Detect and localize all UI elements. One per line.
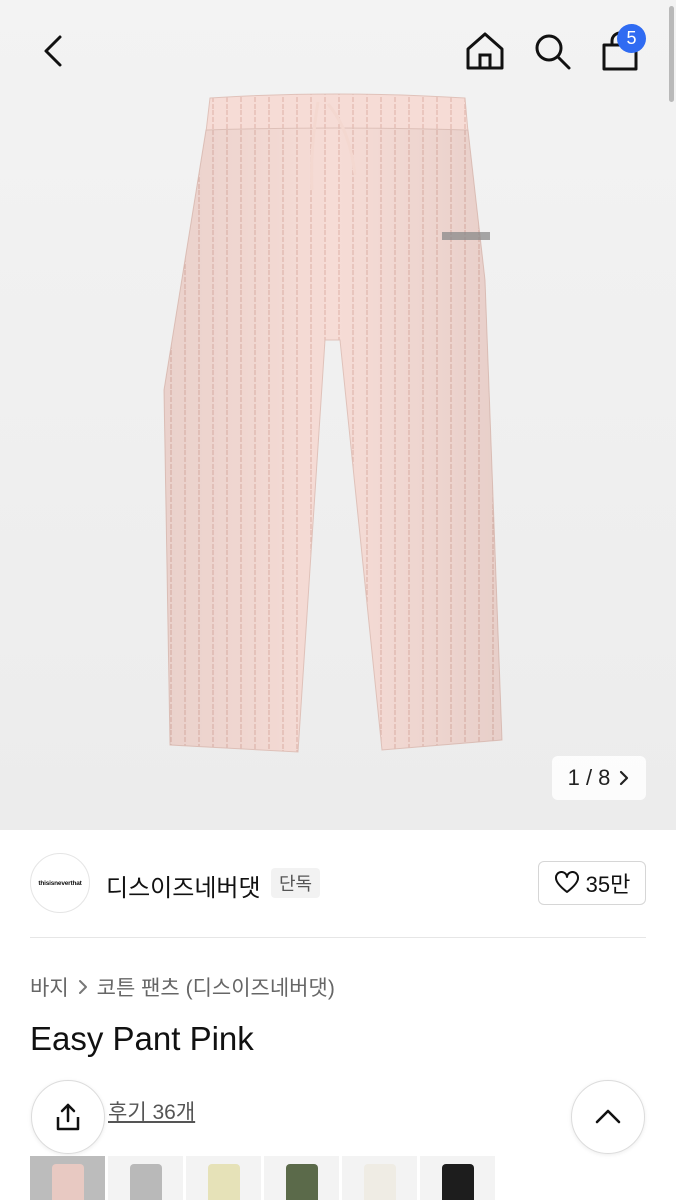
product-image-gallery[interactable]: 5 1 / 8	[0, 0, 676, 830]
color-thumbnail[interactable]	[30, 1156, 105, 1200]
color-thumbnail[interactable]	[420, 1156, 495, 1200]
cart-count-badge: 5	[617, 24, 646, 53]
scrollbar[interactable]	[669, 6, 674, 102]
scroll-to-top-button[interactable]	[571, 1080, 645, 1154]
brand-row: thisisneverthat 디스이즈네버댓 단독 35만	[30, 853, 646, 913]
brand-name[interactable]: 디스이즈네버댓	[106, 868, 261, 903]
share-icon	[56, 1103, 80, 1131]
thumbnail-pants-image	[286, 1164, 318, 1200]
like-count: 35만	[585, 872, 631, 897]
brand-logo[interactable]: thisisneverthat	[30, 853, 90, 913]
pager-count: 1 / 8	[567, 765, 611, 790]
back-icon	[44, 35, 62, 67]
product-photo	[163, 93, 503, 753]
breadcrumb-category[interactable]: 바지	[30, 972, 69, 1002]
product-title: Easy Pant Pink	[30, 1020, 254, 1057]
color-thumbnail[interactable]	[264, 1156, 339, 1200]
color-thumbnail[interactable]	[186, 1156, 261, 1200]
divider	[30, 937, 646, 938]
exclusive-badge: 단독	[271, 868, 321, 898]
home-icon	[466, 32, 504, 70]
reviews-link[interactable]: 후기 36개	[108, 1096, 195, 1126]
search-button[interactable]	[527, 26, 577, 76]
home-button[interactable]	[460, 26, 510, 76]
thumbnail-pants-image	[52, 1164, 84, 1200]
thumbnail-pants-image	[130, 1164, 162, 1200]
chevron-right-icon	[620, 770, 629, 786]
top-navigation-bar: 5	[0, 0, 676, 100]
color-option-thumbnails	[30, 1156, 498, 1200]
chevron-right-icon	[78, 980, 87, 994]
color-thumbnail[interactable]	[108, 1156, 183, 1200]
thumbnail-pants-image	[442, 1164, 474, 1200]
breadcrumb: 바지 코튼 팬츠 (디스이즈네버댓)	[30, 972, 335, 1002]
heart-icon	[554, 871, 579, 893]
share-button[interactable]	[31, 1080, 105, 1154]
color-thumbnail[interactable]	[342, 1156, 417, 1200]
image-pager[interactable]: 1 / 8	[552, 756, 646, 800]
breadcrumb-subcategory[interactable]: 코튼 팬츠 (디스이즈네버댓)	[97, 972, 335, 1002]
brand-logo-text: thisisneverthat	[38, 879, 82, 887]
thumbnail-pants-image	[208, 1164, 240, 1200]
search-icon	[535, 34, 571, 70]
back-button[interactable]	[28, 26, 78, 76]
thumbnail-pants-image	[364, 1164, 396, 1200]
like-button[interactable]: 35만	[538, 861, 646, 905]
chevron-up-icon	[595, 1109, 621, 1124]
